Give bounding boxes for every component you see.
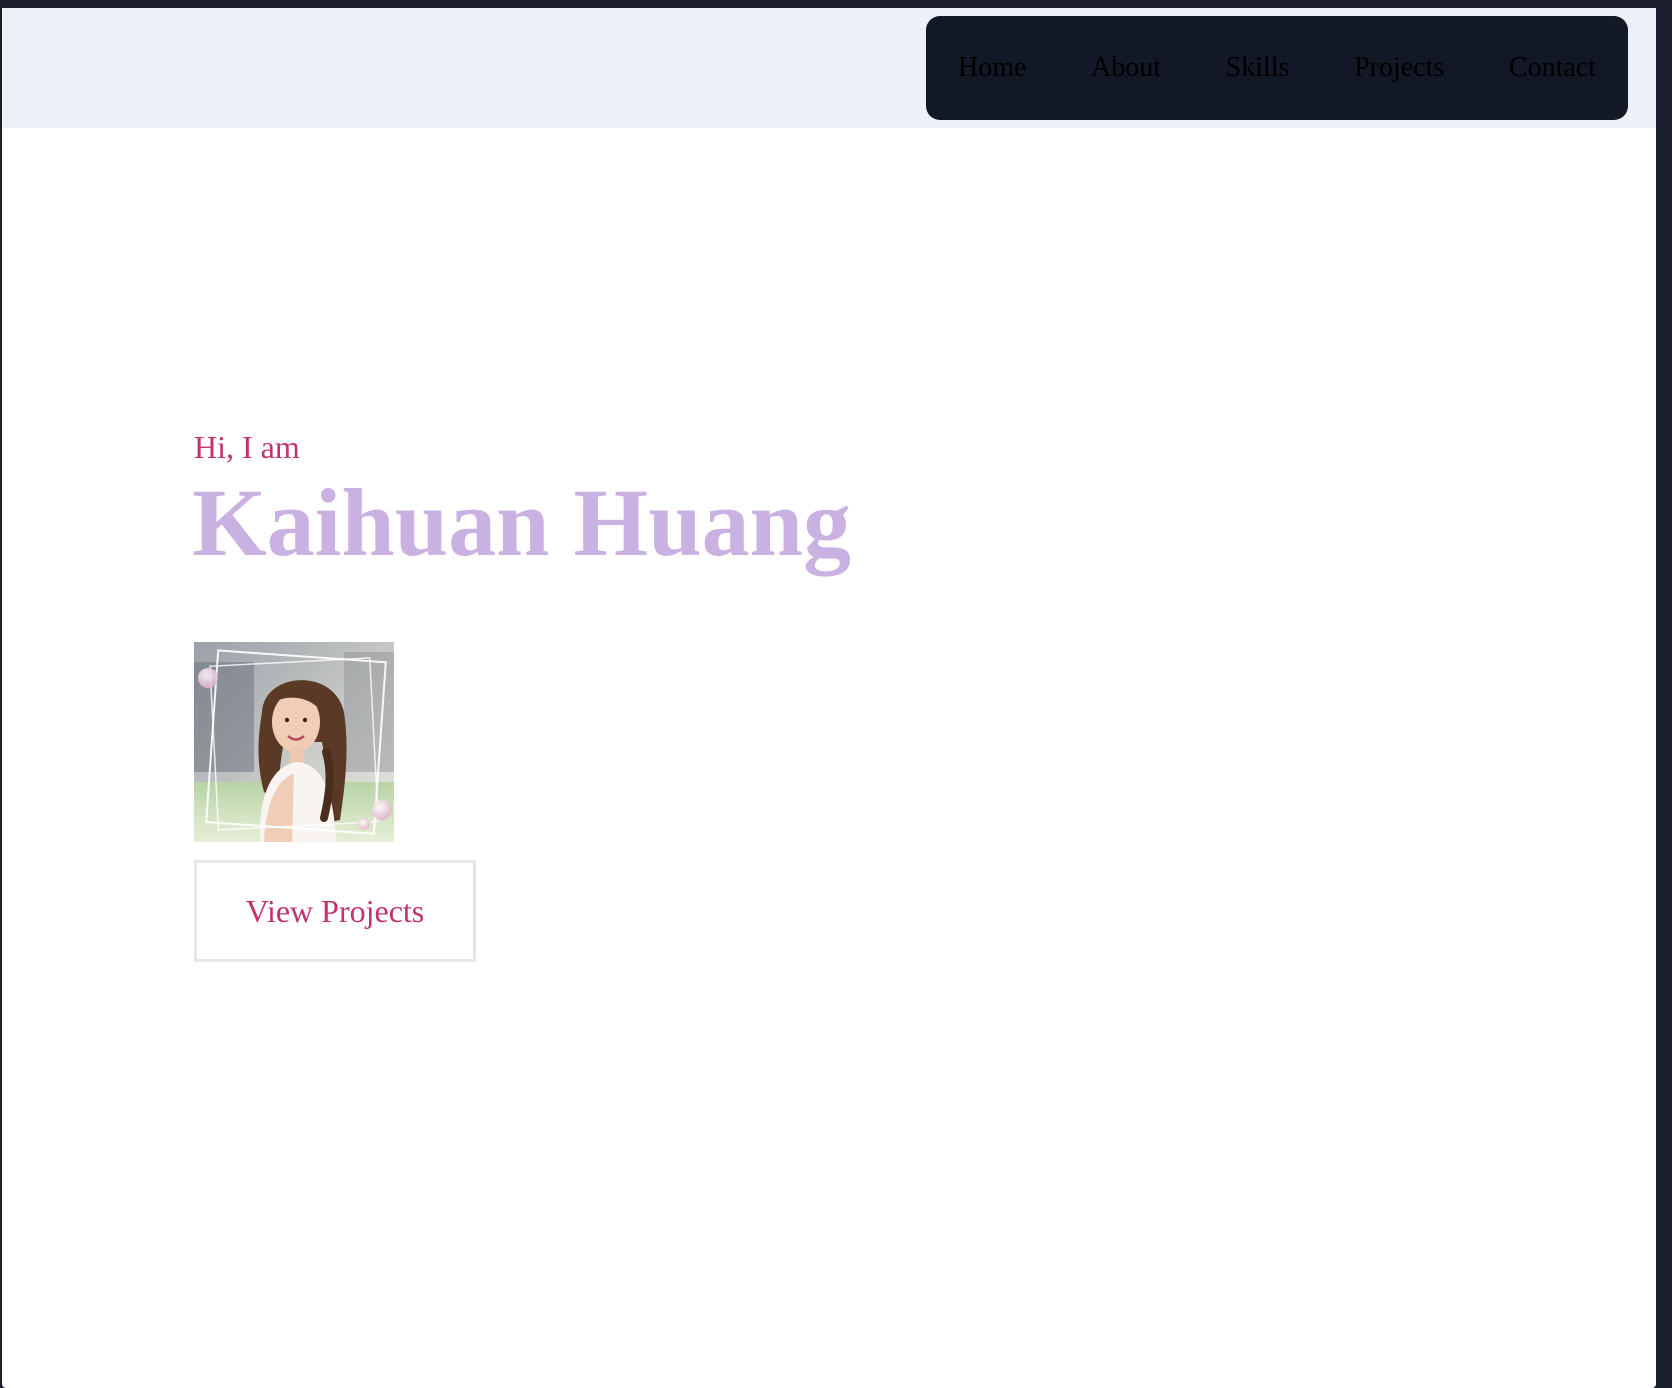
nav-link-contact[interactable]: Contact <box>1509 54 1596 82</box>
nav-link-projects[interactable]: Projects <box>1354 54 1444 82</box>
profile-photo <box>194 642 394 842</box>
hero-greeting: Hi, I am <box>194 429 300 465</box>
hero-name: Kaihuan Huang <box>192 469 851 576</box>
page-viewport: Home About Skills Projects Contact Hi, I… <box>2 8 1656 1388</box>
site-header: Home About Skills Projects Contact <box>2 8 1656 128</box>
portrait-photo-icon <box>194 642 394 842</box>
nav-link-home[interactable]: Home <box>958 54 1026 82</box>
nav-link-skills[interactable]: Skills <box>1226 54 1290 82</box>
main-nav: Home About Skills Projects Contact <box>926 16 1628 120</box>
view-projects-button[interactable]: View Projects <box>194 860 476 962</box>
nav-link-about[interactable]: About <box>1091 54 1161 82</box>
